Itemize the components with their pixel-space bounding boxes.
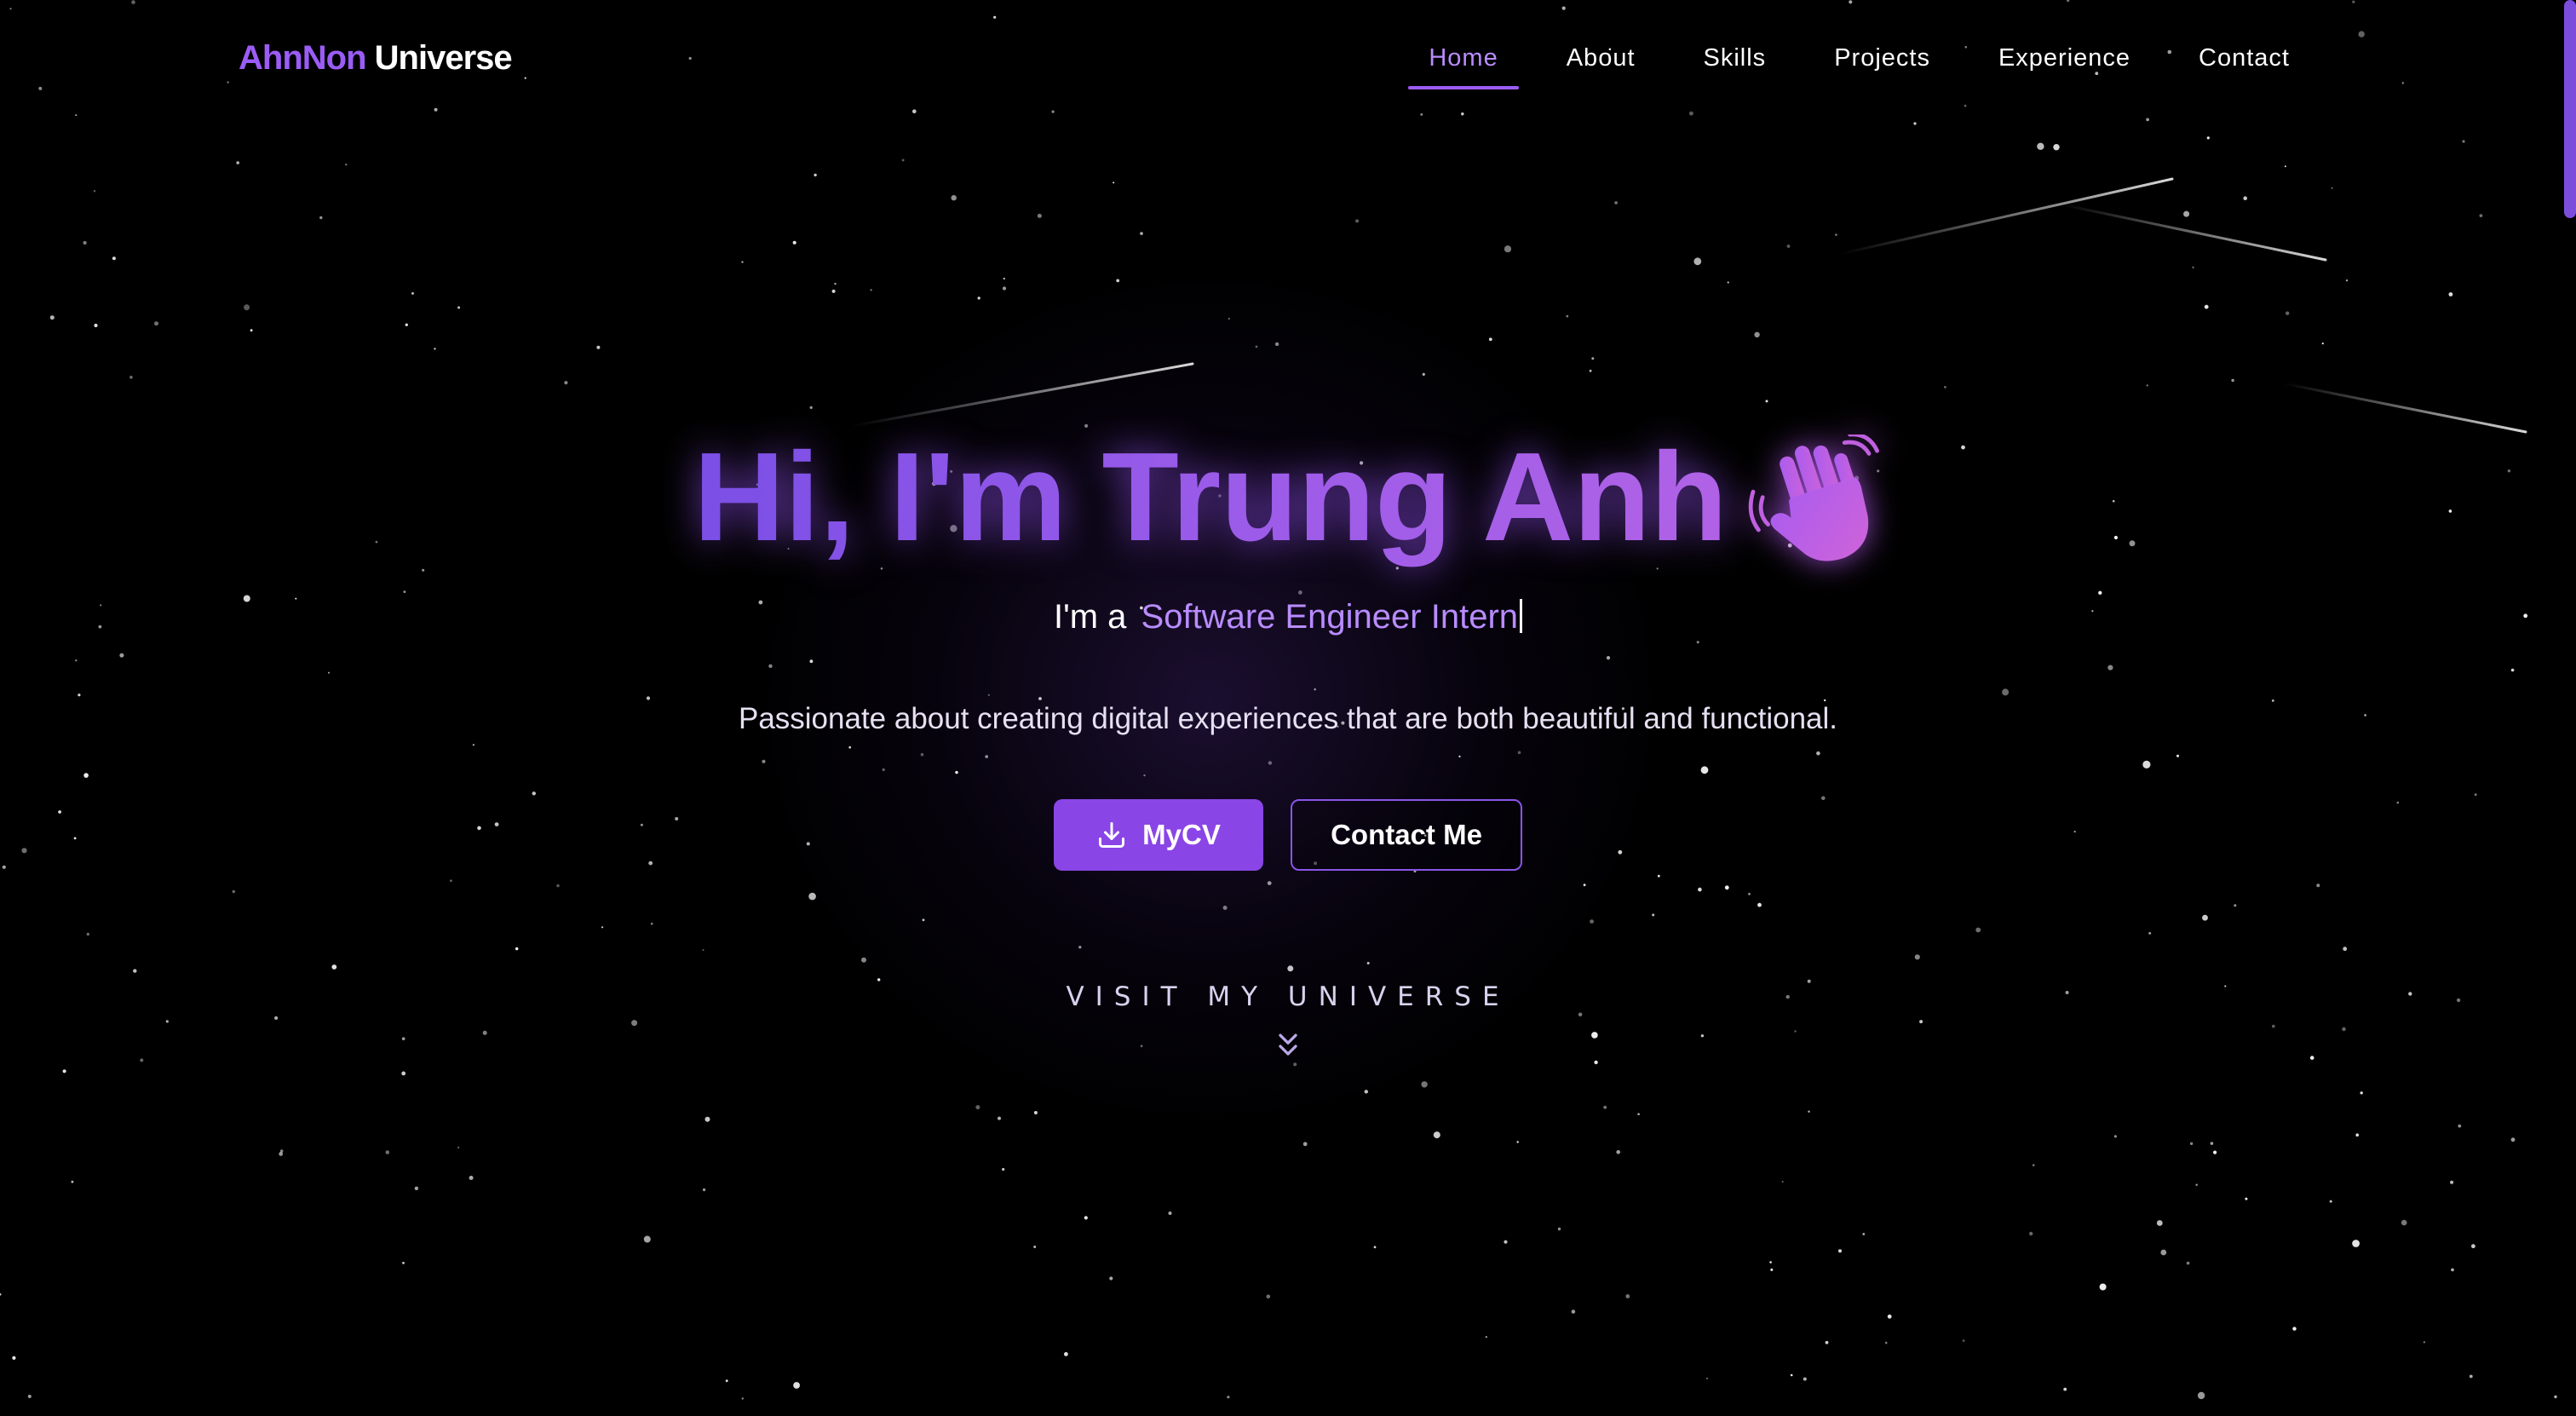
subtitle-prefix: I'm a [1053, 598, 1127, 636]
hero-title-text: Hi, I'm Trung Anh [693, 427, 1728, 567]
hero-subtitle: I'm a Software Engineer Intern [0, 598, 2576, 636]
contact-me-button[interactable]: Contact Me [1291, 799, 1522, 871]
download-icon [1099, 822, 1125, 848]
hero-section: Hi, I'm Trung Anh I'm a Software Enginee… [0, 0, 2562, 1416]
page-background: AhnNon Universe Home About Skills Projec… [0, 0, 2576, 1416]
typing-caret [1520, 599, 1523, 633]
hero-actions: MyCV Contact Me [0, 799, 2576, 871]
waving-hand-icon [1748, 435, 1879, 561]
subtitle-role: Software Engineer Intern [1141, 598, 1519, 636]
download-cv-label: MyCV [1142, 819, 1221, 850]
download-cv-button[interactable]: MyCV [1054, 799, 1263, 871]
hero-title: Hi, I'm Trung Anh [0, 435, 2576, 571]
scrollbar-track[interactable] [2562, 0, 2576, 1416]
hero-tagline: Passionate about creating digital experi… [738, 702, 1838, 735]
double-chevron-down-icon[interactable] [1274, 1031, 1302, 1062]
scrollbar-thumb[interactable] [2564, 0, 2576, 218]
visit-universe-link[interactable]: VISIT MY UNIVERSE [0, 981, 2576, 1012]
